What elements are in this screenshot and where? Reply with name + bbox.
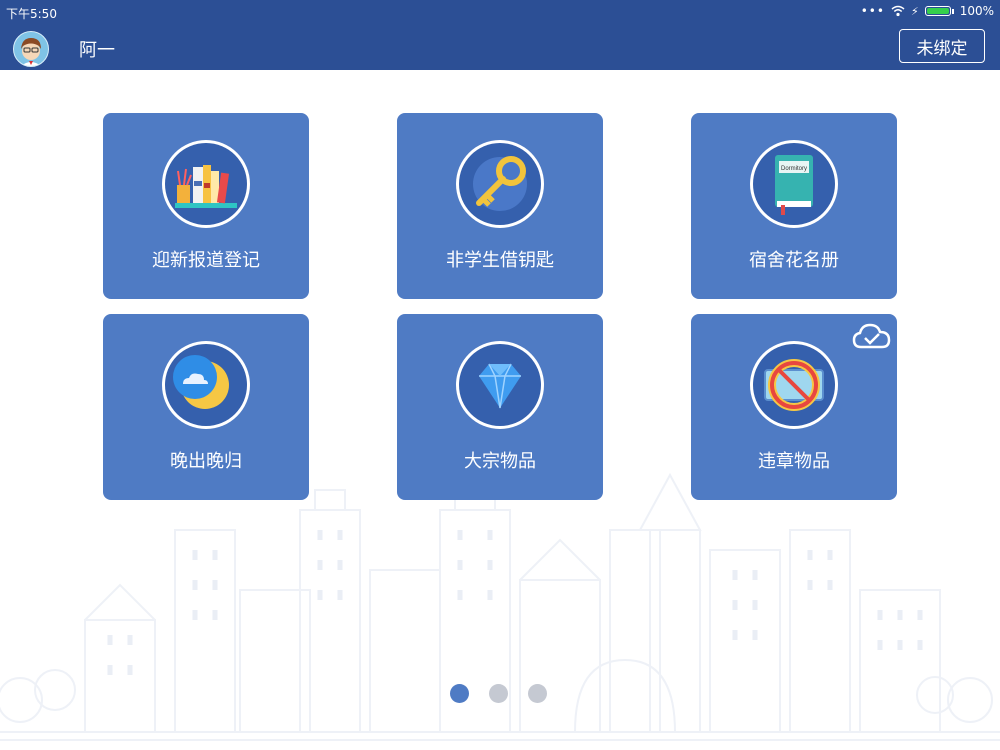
wifi-icon: [891, 5, 905, 17]
tile-icon-frame: [162, 341, 250, 429]
status-bar: 下午5:50 ••• ⚡ 100%: [0, 0, 1000, 24]
username: 阿一: [79, 40, 115, 61]
tile-dorm-roster[interactable]: Dormitory 宿舍花名册: [691, 113, 897, 299]
books-icon: [175, 165, 237, 208]
app-header: 阿一 未绑定: [0, 24, 1000, 70]
tile-key-borrow[interactable]: 非学生借钥匙: [397, 113, 603, 299]
more-dots-icon: •••: [860, 4, 885, 18]
tile-label: 违章物品: [758, 451, 830, 472]
tile-label: 非学生借钥匙: [446, 250, 554, 271]
battery-level: 100%: [959, 4, 994, 18]
diamond-icon: [479, 363, 521, 409]
moon-icon: [173, 355, 229, 409]
tile-late-return[interactable]: 晚出晚归: [103, 314, 309, 500]
page-dot-2[interactable]: [489, 684, 508, 703]
city-skyline-background: [0, 472, 1000, 741]
tile-prohibited-items[interactable]: 违章物品: [691, 314, 897, 500]
tile-registration[interactable]: 迎新报道登记: [103, 113, 309, 299]
dormitory-book-icon: Dormitory: [775, 155, 813, 215]
tile-label: 大宗物品: [464, 451, 536, 472]
tile-bulk-items[interactable]: 大宗物品: [397, 314, 603, 500]
tile-label: 晚出晚归: [170, 451, 242, 472]
charging-icon: ⚡: [910, 4, 919, 18]
cloud-check-icon: [852, 323, 891, 349]
key-icon: [473, 156, 527, 211]
avatar[interactable]: [13, 31, 49, 67]
book-cover-text: Dormitory: [781, 166, 807, 172]
page-dot-3[interactable]: [528, 684, 547, 703]
tile-icon-frame: [456, 341, 544, 429]
prohibited-icon: [764, 359, 824, 411]
page-dot-1[interactable]: [450, 684, 469, 703]
battery-icon: [924, 6, 951, 16]
battery-tip: [951, 8, 954, 14]
tile-icon-frame: [162, 140, 250, 228]
tile-label: 宿舍花名册: [749, 250, 839, 271]
bind-status-button[interactable]: 未绑定: [899, 29, 985, 63]
status-time: 下午5:50: [6, 7, 57, 21]
tile-icon-frame: [750, 341, 838, 429]
status-indicators: ••• ⚡ 100%: [861, 4, 994, 18]
page-indicator: [450, 684, 547, 703]
tile-icon-frame: [456, 140, 544, 228]
tile-icon-frame: Dormitory: [750, 140, 838, 228]
avatar-icon: [21, 38, 41, 66]
tile-label: 迎新报道登记: [152, 250, 260, 271]
